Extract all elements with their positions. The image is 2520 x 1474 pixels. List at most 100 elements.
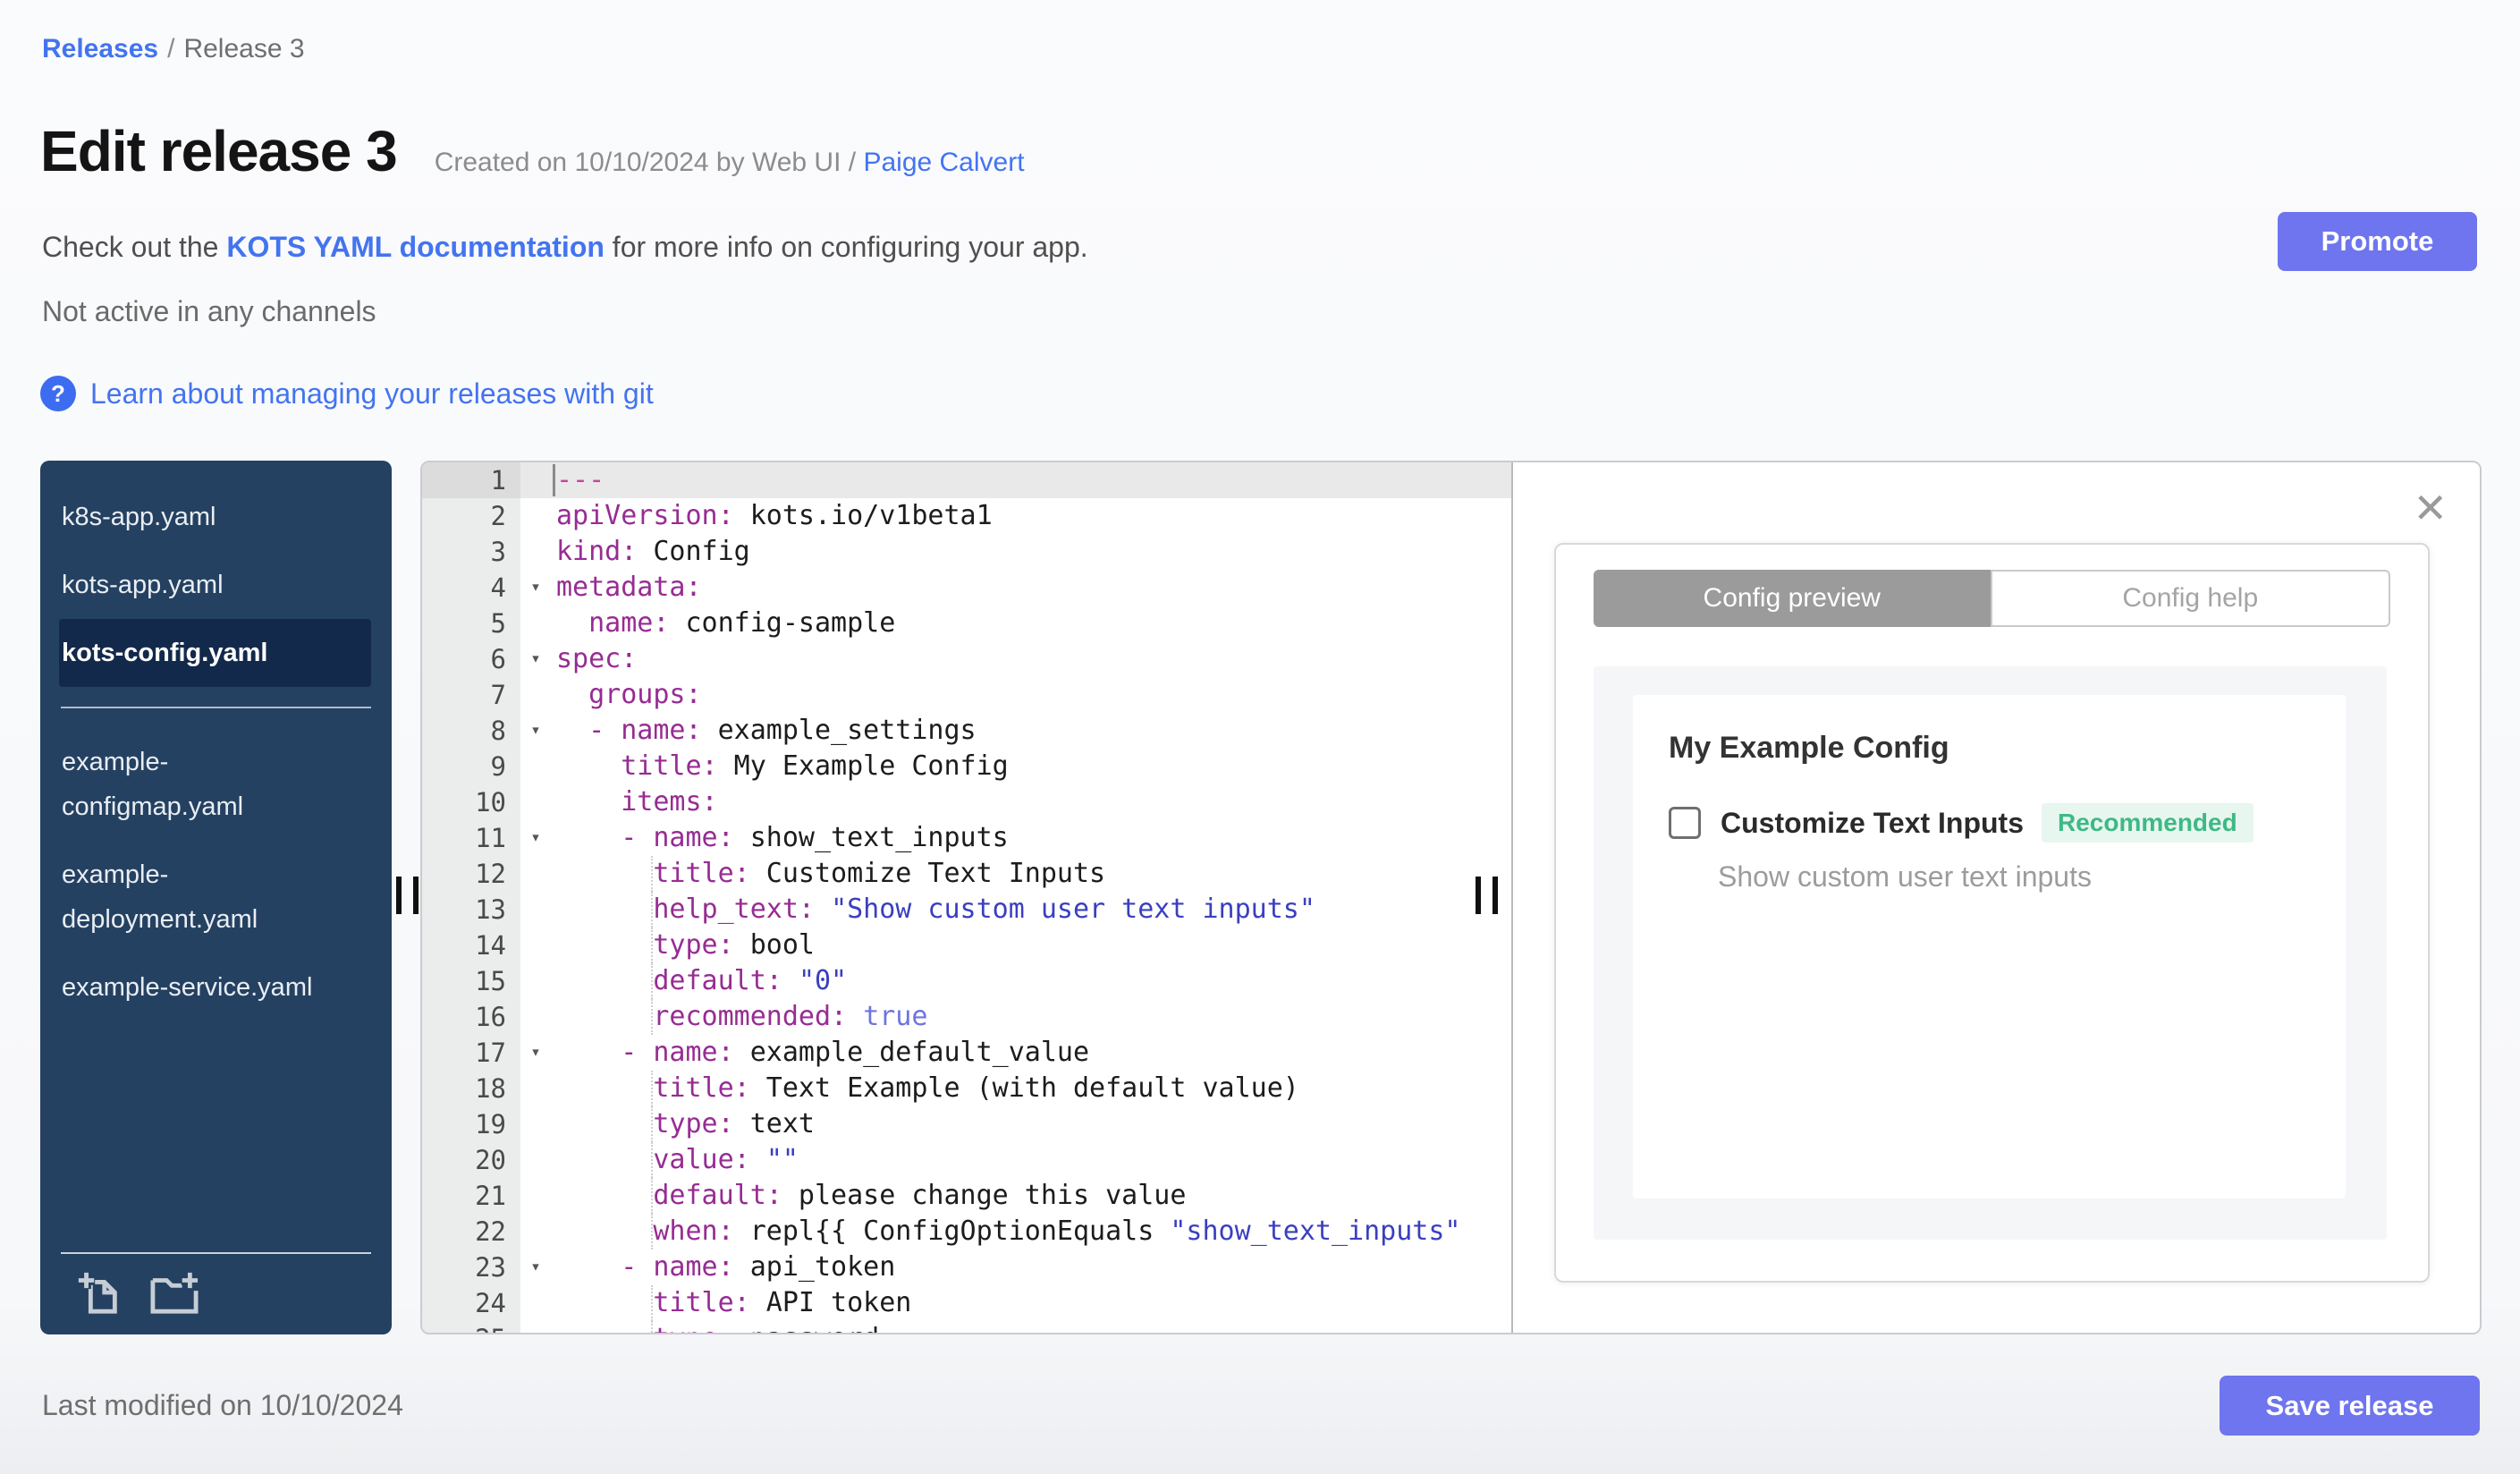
code-line: default: please change this value bbox=[551, 1178, 1511, 1214]
fold-arrow-icon[interactable]: ▾ bbox=[520, 570, 551, 606]
fold-arrow-icon[interactable]: ▾ bbox=[520, 1035, 551, 1071]
config-group-title: My Example Config bbox=[1669, 731, 1949, 765]
file-name: k8s-app.yaml bbox=[62, 503, 216, 531]
config-item-row: Customize Text Inputs Recommended bbox=[1669, 803, 2310, 843]
close-icon[interactable]: ✕ bbox=[2413, 487, 2448, 529]
yaml-editor[interactable]: 1 --- 2 apiVersion: kots.io/v1beta1 3 kind: C… bbox=[422, 462, 1511, 1333]
editor-line-7[interactable]: 7 groups: bbox=[422, 677, 1511, 713]
file-item-example-configmap.yaml[interactable]: example-configmap.yaml bbox=[59, 728, 371, 841]
editor-line-13[interactable]: 13 help_text: "Show custom user text inp… bbox=[422, 892, 1511, 928]
editor-line-2[interactable]: 2 apiVersion: kots.io/v1beta1 bbox=[422, 498, 1511, 534]
editor-line-12[interactable]: 12 title: Customize Text Inputs bbox=[422, 856, 1511, 892]
save-release-button[interactable]: Save release bbox=[2220, 1376, 2480, 1436]
kots-docs-link[interactable]: KOTS YAML documentation bbox=[226, 231, 605, 263]
file-item-kots-config.yaml[interactable]: kots-config.yaml bbox=[59, 619, 371, 687]
new-folder-icon[interactable] bbox=[147, 1268, 202, 1317]
editor-line-19[interactable]: 19 type: text bbox=[422, 1106, 1511, 1142]
editor-line-20[interactable]: 20 value: "" bbox=[422, 1142, 1511, 1178]
git-releases-link[interactable]: Learn about managing your releases with … bbox=[90, 377, 654, 411]
code-line: - name: show_text_inputs bbox=[556, 822, 1009, 853]
editor-line-5[interactable]: 5 name: config-sample bbox=[422, 606, 1511, 641]
gutter-line-number: 24 bbox=[422, 1285, 520, 1321]
editor-line-16[interactable]: 16 recommended: true bbox=[422, 999, 1511, 1035]
gutter-line-number: 3 bbox=[422, 534, 520, 570]
resize-bar bbox=[413, 877, 419, 914]
fold-arrow-icon[interactable]: ▾ bbox=[520, 820, 551, 856]
resize-bar bbox=[396, 877, 402, 914]
new-file-icon[interactable] bbox=[75, 1268, 123, 1317]
release-editor: 1 --- 2 apiVersion: kots.io/v1beta1 3 kind: C… bbox=[420, 461, 2482, 1334]
tab-config-help[interactable]: Config help bbox=[1990, 570, 2390, 627]
page-title: Edit release 3 bbox=[40, 119, 398, 183]
code-line: title: Customize Text Inputs bbox=[551, 856, 1511, 892]
gutter-line-number: 8 bbox=[422, 713, 520, 749]
code-line: title: Text Example (with default value) bbox=[551, 1071, 1511, 1106]
editor-line-17[interactable]: 17 ▾ - name: example_default_value bbox=[422, 1035, 1511, 1071]
indent-guide bbox=[651, 999, 653, 1035]
gutter-line-number: 4 bbox=[422, 570, 520, 606]
file-name: kots-config.yaml bbox=[62, 639, 268, 667]
author-link[interactable]: Paige Calvert bbox=[863, 148, 1024, 177]
code-line: type: text bbox=[551, 1106, 1511, 1142]
editor-line-15[interactable]: 15 default: "0" bbox=[422, 963, 1511, 999]
editor-line-9[interactable]: 9 title: My Example Config bbox=[422, 749, 1511, 784]
editor-line-3[interactable]: 3 kind: Config bbox=[422, 534, 1511, 570]
editor-line-8[interactable]: 8 ▾ - name: example_settings bbox=[422, 713, 1511, 749]
file-item-k8s-app.yaml[interactable]: k8s-app.yaml bbox=[59, 483, 371, 551]
file-item-kots-app.yaml[interactable]: kots-app.yaml bbox=[59, 551, 371, 619]
panel-resize-handle-left[interactable] bbox=[396, 877, 419, 914]
editor-line-25[interactable]: 25 type: password bbox=[422, 1321, 1511, 1333]
code-line: - name: example_settings bbox=[556, 715, 977, 746]
fold-arrow-icon[interactable]: ▾ bbox=[520, 713, 551, 749]
editor-line-24[interactable]: 24 title: API token bbox=[422, 1285, 1511, 1321]
code-line: apiVersion: kots.io/v1beta1 bbox=[556, 500, 993, 531]
file-name: kots-app.yaml bbox=[62, 571, 224, 599]
channel-status: Not active in any channels bbox=[42, 295, 376, 327]
git-help-row: ? Learn about managing your releases wit… bbox=[40, 376, 654, 411]
fold-spacer bbox=[520, 462, 551, 498]
fold-arrow-icon[interactable]: ▾ bbox=[520, 641, 551, 677]
gutter-line-number: 5 bbox=[422, 606, 520, 641]
resize-bar bbox=[1476, 877, 1481, 914]
gutter-line-number: 17 bbox=[422, 1035, 520, 1071]
editor-line-4[interactable]: 4 ▾ metadata: bbox=[422, 570, 1511, 606]
code-line: items: bbox=[621, 786, 718, 817]
breadcrumb-releases-link[interactable]: Releases bbox=[42, 34, 158, 64]
gutter-line-number: 10 bbox=[422, 784, 520, 820]
editor-line-11[interactable]: 11 ▾ - name: show_text_inputs bbox=[422, 820, 1511, 856]
file-item-example-deployment.yaml[interactable]: example-deployment.yaml bbox=[59, 841, 371, 953]
gutter-line-number: 21 bbox=[422, 1178, 520, 1214]
code-line: default: "0" bbox=[551, 963, 1511, 999]
editor-line-10[interactable]: 10 items: bbox=[422, 784, 1511, 820]
created-text: Created on 10/10/2024 by Web UI / bbox=[434, 148, 864, 177]
customize-text-inputs-checkbox[interactable] bbox=[1669, 807, 1701, 839]
editor-line-6[interactable]: 6 ▾ spec: bbox=[422, 641, 1511, 677]
help-icon[interactable]: ? bbox=[40, 376, 76, 411]
gutter-line-number: 25 bbox=[422, 1321, 520, 1333]
editor-line-18[interactable]: 18 title: Text Example (with default val… bbox=[422, 1071, 1511, 1106]
editor-line-14[interactable]: 14 type: bool bbox=[422, 928, 1511, 963]
breadcrumb: Releases / Release 3 bbox=[42, 34, 305, 64]
code-line: title: API token bbox=[551, 1285, 1511, 1321]
indent-guide bbox=[651, 928, 653, 963]
editor-line-22[interactable]: 22 when: repl{{ ConfigOptionEquals "show… bbox=[422, 1214, 1511, 1250]
code-line: kind: Config bbox=[556, 536, 750, 567]
promote-button[interactable]: Promote bbox=[2278, 212, 2477, 271]
editor-line-23[interactable]: 23 ▾ - name: api_token bbox=[422, 1250, 1511, 1285]
file-sidebar: k8s-app.yaml kots-app.yaml kots-config.yam… bbox=[40, 461, 392, 1334]
panel-resize-handle-right[interactable] bbox=[1476, 877, 1498, 914]
tab-config-preview[interactable]: Config preview bbox=[1594, 570, 1991, 627]
editor-line-21[interactable]: 21 default: please change this value bbox=[422, 1178, 1511, 1214]
file-item-example-service.yaml[interactable]: example-service.yaml bbox=[59, 953, 371, 1021]
fold-arrow-icon[interactable]: ▾ bbox=[520, 1250, 551, 1285]
editor-line-1[interactable]: 1 --- bbox=[422, 462, 1511, 498]
config-item-help: Show custom user text inputs bbox=[1718, 860, 2092, 893]
preview-body: My Example Config Customize Text Inputs … bbox=[1594, 666, 2387, 1240]
